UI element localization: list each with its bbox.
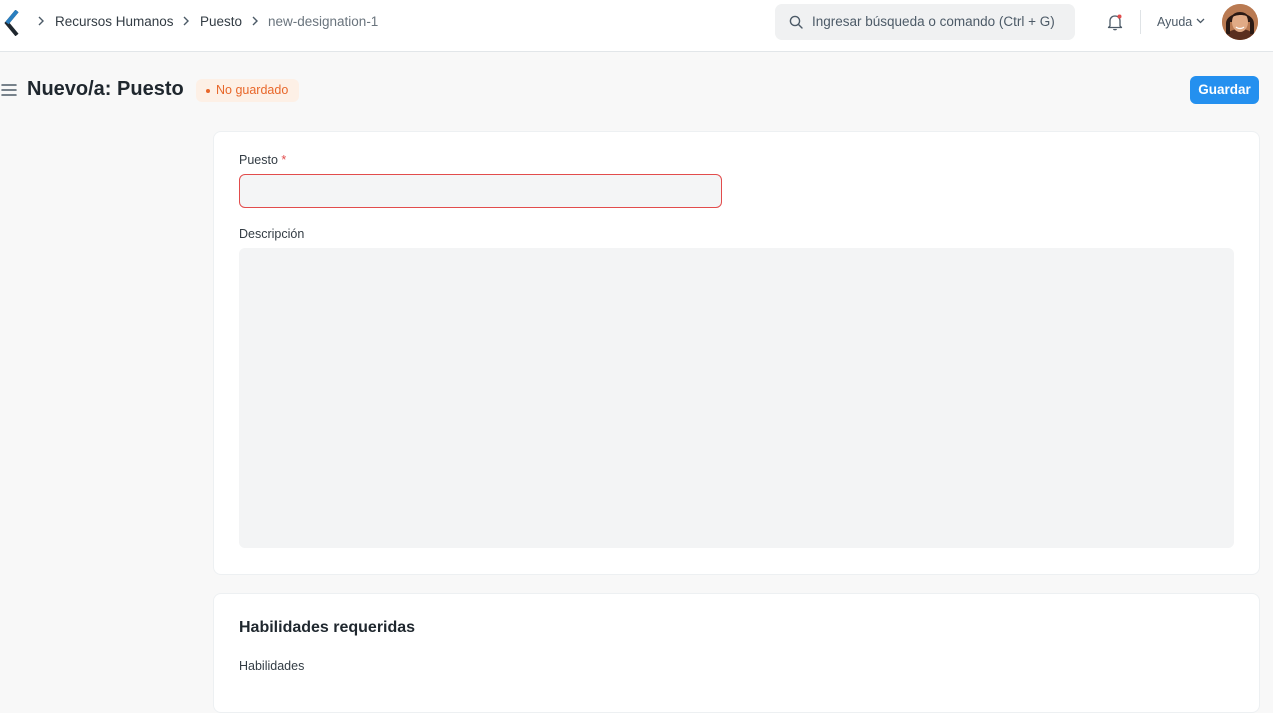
search-icon <box>789 15 803 29</box>
breadcrumb-current: new-designation-1 <box>268 14 379 29</box>
required-mark: * <box>281 153 287 167</box>
breadcrumb-recursos-humanos[interactable]: Recursos Humanos <box>55 13 174 31</box>
designation-input[interactable] <box>239 174 722 208</box>
chevron-right-icon <box>38 16 44 26</box>
search-placeholder[interactable]: Ingresar búsqueda o comando (Ctrl + G) <box>812 14 1055 30</box>
skills-section-title[interactable]: Habilidades requeridas <box>239 618 415 638</box>
navbar: Recursos Humanos Puesto new-designation-… <box>0 0 1273 52</box>
page-title: Nuevo/a: Puesto <box>27 78 184 100</box>
navbar-divider <box>1140 10 1141 34</box>
skills-field-label: Habilidades <box>239 659 305 673</box>
status-badge: No guardado <box>196 79 299 102</box>
chevron-right-icon <box>183 16 189 26</box>
status-dot-icon <box>206 89 210 93</box>
user-avatar[interactable] <box>1222 4 1258 40</box>
breadcrumb-puesto[interactable]: Puesto <box>200 13 242 31</box>
help-dropdown[interactable]: Ayuda <box>1157 14 1192 30</box>
save-button[interactable]: Guardar <box>1190 76 1259 104</box>
bell-icon[interactable] <box>1106 13 1124 31</box>
description-label: Descripción <box>239 227 305 241</box>
chevron-down-icon[interactable] <box>1196 18 1205 24</box>
hamburger-icon[interactable] <box>1 83 17 97</box>
avatar-photo-icon <box>1222 4 1258 40</box>
skills-section-card: Habilidades requeridas Habilidades <box>213 593 1260 713</box>
form-card-main: Puesto * Descripción <box>213 131 1260 575</box>
search-bar[interactable]: Ingresar búsqueda o comando (Ctrl + G) <box>775 4 1075 40</box>
app-logo-icon[interactable] <box>4 10 20 36</box>
chevron-right-icon <box>252 16 258 26</box>
designation-label: Puesto * <box>239 153 286 168</box>
designation-label-text: Puesto <box>239 153 278 167</box>
status-label: No guardado <box>216 83 289 97</box>
description-textarea[interactable] <box>239 248 1234 548</box>
